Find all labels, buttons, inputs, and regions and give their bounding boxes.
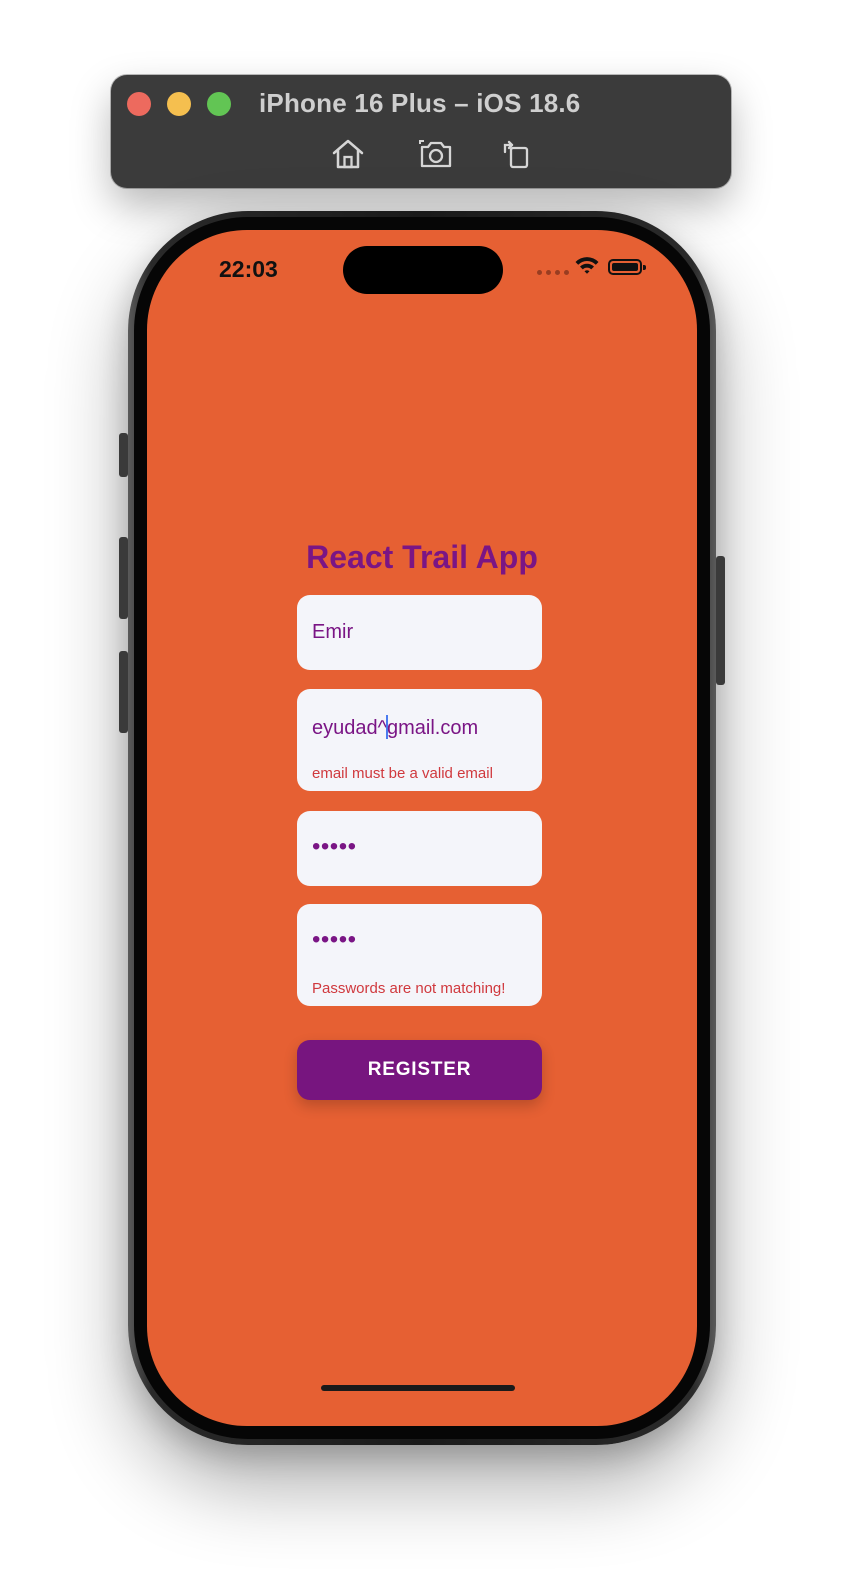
volume-down-button[interactable] [119, 651, 128, 733]
volume-up-button[interactable] [119, 537, 128, 619]
confirm-password-field[interactable]: ••••• Passwords are not matching! [297, 904, 542, 1006]
home-icon [332, 139, 364, 169]
status-time: 22:03 [219, 256, 278, 282]
battery-icon [608, 259, 646, 275]
zoom-window-button[interactable] [207, 92, 231, 116]
power-button[interactable] [716, 556, 725, 685]
email-field[interactable]: eyudad^gmail.com email must be a valid e… [297, 689, 542, 791]
confirm-password-error: Passwords are not matching! [312, 980, 506, 997]
screenshot-button[interactable] [417, 135, 455, 173]
wifi-icon [575, 257, 599, 274]
email-value-after-cursor: gmail.com [387, 717, 479, 739]
simulator-toolbar: iPhone 16 Plus – iOS 18.6 [111, 75, 731, 188]
email-value: eyudad^gmail.com [312, 715, 478, 740]
simulator-tools [111, 135, 731, 173]
rotate-icon [503, 140, 529, 169]
close-window-button[interactable] [127, 92, 151, 116]
camera-icon [419, 140, 452, 168]
email-value-before-cursor: eyudad^ [312, 717, 387, 739]
password-field[interactable]: ••••• [297, 811, 542, 886]
password-value: ••••• [312, 833, 357, 860]
email-error: email must be a valid email [312, 765, 493, 782]
cellular-signal-icon [537, 270, 569, 275]
phone-screen: 22:03 React Trail App Emir eyudad^gmail.… [147, 230, 697, 1426]
rotate-button[interactable] [497, 135, 535, 173]
name-field[interactable]: Emir [297, 595, 542, 670]
dynamic-island [343, 246, 503, 294]
name-value: Emir [312, 621, 354, 643]
register-button[interactable]: REGISTER [297, 1040, 542, 1100]
home-indicator[interactable] [321, 1385, 515, 1391]
action-button[interactable] [119, 433, 128, 477]
minimize-window-button[interactable] [167, 92, 191, 116]
confirm-password-value: ••••• [312, 926, 357, 953]
home-button[interactable] [329, 135, 367, 173]
stage: iPhone 16 Plus – iOS 18.6 22:03 React Tr… [0, 0, 844, 1594]
app-title: React Trail App [306, 539, 538, 575]
simulator-title: iPhone 16 Plus – iOS 18.6 [259, 88, 581, 118]
